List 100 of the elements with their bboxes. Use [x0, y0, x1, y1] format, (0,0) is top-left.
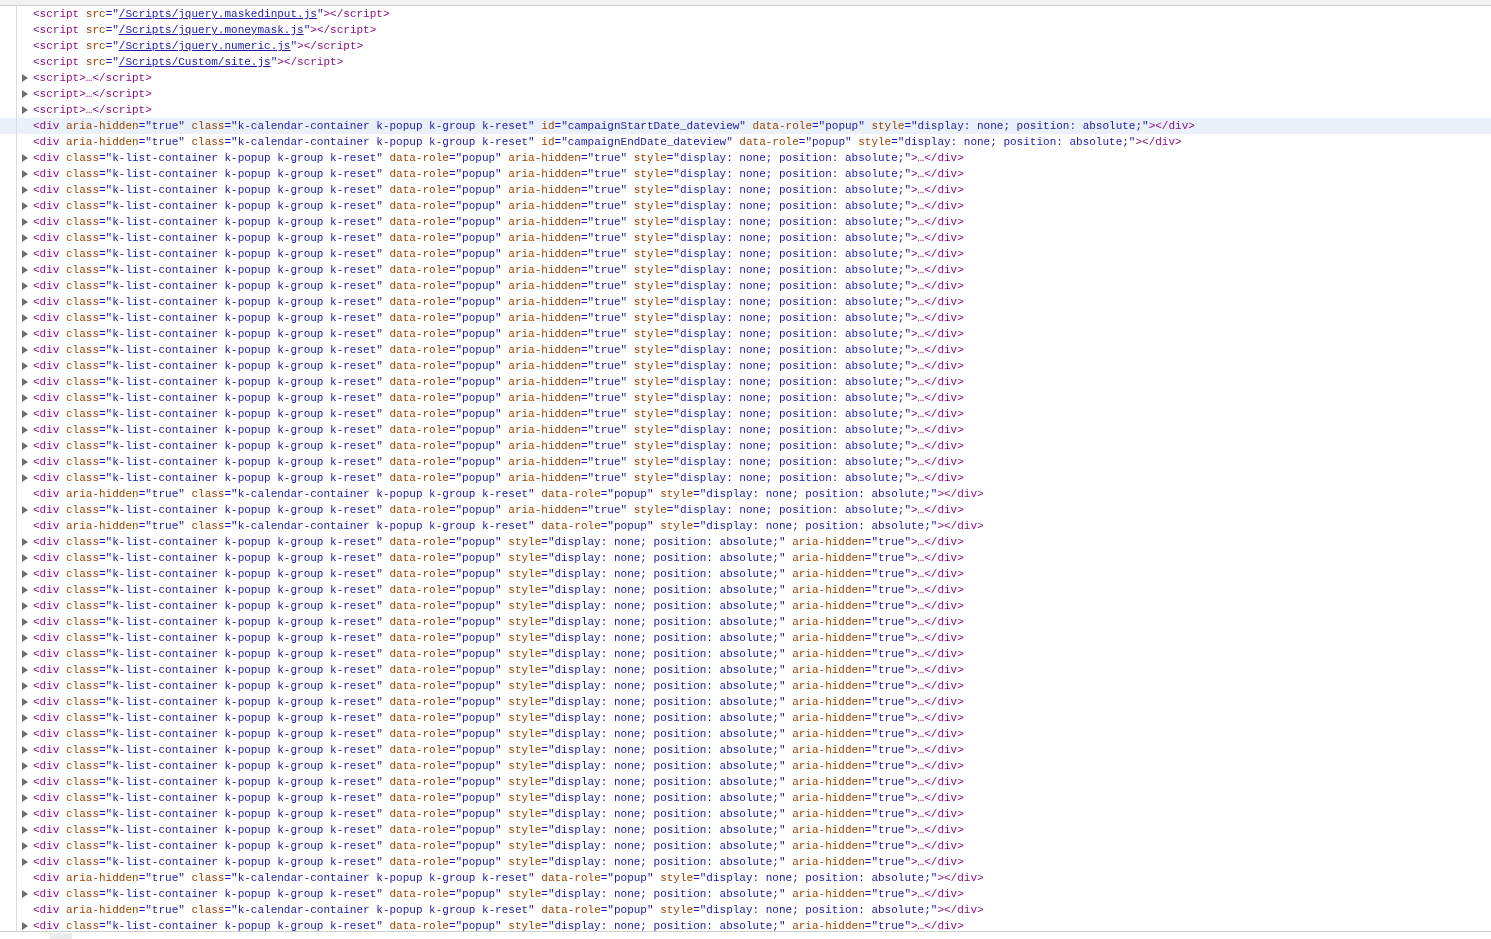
expand-arrow-icon[interactable]	[22, 618, 28, 626]
expand-arrow-icon[interactable]	[22, 186, 28, 194]
expand-arrow-icon[interactable]	[22, 154, 28, 162]
code-line: <script src="/Scripts/Custom/site.js"></script>	[33, 56, 344, 68]
code-line: <div class="k-list-container k-popup k-group k-reset" data-role="popup" style="display: none; position: absolute;" aria-hidden="true">…</div>	[33, 680, 964, 692]
expand-arrow-icon[interactable]	[22, 170, 28, 178]
code-line: <div class="k-list-container k-popup k-group k-reset" data-role="popup" aria-hidden="true" style="display: none; position: absolute;">…</div>	[33, 440, 964, 452]
code-line: <div class="k-list-container k-popup k-group k-reset" data-role="popup" style="display: none; position: absolute;" aria-hidden="true">…</div>	[33, 664, 964, 676]
code-line: <div aria-hidden="true" class="k-calendar-container k-popup k-group k-reset" data-role="popup" style="display: none; position: absolute;"></div>	[33, 520, 984, 532]
expand-arrow-icon[interactable]	[22, 378, 28, 386]
expand-arrow-icon[interactable]	[22, 842, 28, 850]
code-line: <div class="k-list-container k-popup k-group k-reset" data-role="popup" style="display: none; position: absolute;" aria-hidden="true">…</div>	[33, 808, 964, 820]
expand-arrow-icon[interactable]	[22, 234, 28, 242]
expand-arrow-icon[interactable]	[22, 314, 28, 322]
code-line: <div class="k-list-container k-popup k-group k-reset" data-role="popup" aria-hidden="true" style="display: none; position: absolute;">…</div>	[33, 232, 964, 244]
expand-arrow-icon[interactable]	[22, 698, 28, 706]
code-line: <div class="k-list-container k-popup k-group k-reset" data-role="popup" aria-hidden="true" style="display: none; position: absolute;">…</div>	[33, 280, 964, 292]
expand-arrow-icon[interactable]	[22, 266, 28, 274]
expand-arrow-icon[interactable]	[22, 330, 28, 338]
source-link[interactable]: /Scripts/jquery.moneymask.js	[118, 24, 304, 36]
code-line: <div class="k-list-container k-popup k-group k-reset" data-role="popup" style="display: none; position: absolute;" aria-hidden="true">…</div>	[33, 728, 964, 740]
code-line: <div class="k-list-container k-popup k-group k-reset" data-role="popup" style="display: none; position: absolute;" aria-hidden="true">…</div>	[33, 840, 964, 852]
code-line: <div class="k-list-container k-popup k-group k-reset" data-role="popup" style="display: none; position: absolute;" aria-hidden="true">…</div>	[33, 792, 964, 804]
expand-arrow-icon[interactable]	[22, 410, 28, 418]
code-line: <div class="k-list-container k-popup k-group k-reset" data-role="popup" aria-hidden="true" style="display: none; position: absolute;">…</div>	[33, 392, 964, 404]
code-line: <script src="/Scripts/jquery.moneymask.js"></script>	[33, 24, 377, 36]
expand-arrow-icon[interactable]	[22, 106, 28, 114]
expand-arrow-icon[interactable]	[22, 298, 28, 306]
expand-arrow-icon[interactable]	[22, 810, 28, 818]
expand-arrow-icon[interactable]	[22, 890, 28, 898]
expand-arrow-icon[interactable]	[22, 506, 28, 514]
code-line: <script src="/Scripts/jquery.maskedinput.js"></script>	[33, 8, 390, 20]
expand-arrow-icon[interactable]	[22, 570, 28, 578]
expand-arrow-icon[interactable]	[22, 634, 28, 642]
code-line: <div class="k-list-container k-popup k-group k-reset" data-role="popup" aria-hidden="true" style="display: none; position: absolute;">…</div>	[33, 504, 964, 516]
code-line: <div aria-hidden="true" class="k-calendar-container k-popup k-group k-reset" data-role="popup" style="display: none; position: absolute;"></div>	[33, 872, 984, 884]
expand-arrow-icon[interactable]	[22, 666, 28, 674]
code-line: <div class="k-list-container k-popup k-group k-reset" data-role="popup" style="display: none; position: absolute;" aria-hidden="true">…</div>	[33, 888, 964, 900]
code-line: <div class="k-list-container k-popup k-group k-reset" data-role="popup" style="display: none; position: absolute;" aria-hidden="true">…</div>	[33, 760, 964, 772]
source-link[interactable]: /Scripts/jquery.numeric.js	[118, 40, 291, 52]
expand-arrow-icon[interactable]	[22, 714, 28, 722]
code-line: <div class="k-list-container k-popup k-group k-reset" data-role="popup" style="display: none; position: absolute;" aria-hidden="true">…</div>	[33, 552, 964, 564]
expand-arrow-icon[interactable]	[22, 74, 28, 82]
expand-arrow-icon[interactable]	[22, 202, 28, 210]
expand-arrow-icon[interactable]	[22, 394, 28, 402]
expand-arrow-icon[interactable]	[22, 554, 28, 562]
code-line: <script>…</script>	[33, 104, 152, 116]
code-line: <script src="/Scripts/jquery.numeric.js"></script>	[33, 40, 364, 52]
expand-arrow-icon[interactable]	[22, 794, 28, 802]
code-line: <div class="k-list-container k-popup k-group k-reset" data-role="popup" style="display: none; position: absolute;" aria-hidden="true">…</div>	[33, 856, 964, 868]
code-line: <div aria-hidden="true" class="k-calendar-container k-popup k-group k-reset" id="campaignStartDate_dateview" data-role="popup" style="display: none; position: absolute;"></div>	[33, 120, 1195, 132]
expand-arrow-icon[interactable]	[22, 90, 28, 98]
expand-arrow-icon[interactable]	[22, 922, 28, 930]
code-line: <div class="k-list-container k-popup k-group k-reset" data-role="popup" aria-hidden="true" style="display: none; position: absolute;">…</div>	[33, 264, 964, 276]
expand-arrow-icon[interactable]	[22, 426, 28, 434]
code-line: <div class="k-list-container k-popup k-group k-reset" data-role="popup" style="display: none; position: absolute;" aria-hidden="true">…</div>	[33, 824, 964, 836]
expand-arrow-icon[interactable]	[22, 218, 28, 226]
expand-arrow-icon[interactable]	[22, 362, 28, 370]
code-line: <div class="k-list-container k-popup k-group k-reset" data-role="popup" style="display: none; position: absolute;" aria-hidden="true">…</div>	[33, 632, 964, 644]
code-line: <div class="k-list-container k-popup k-group k-reset" data-role="popup" aria-hidden="true" style="display: none; position: absolute;">…</div>	[33, 152, 964, 164]
expand-arrow-icon[interactable]	[22, 250, 28, 258]
expand-arrow-icon[interactable]	[22, 858, 28, 866]
code-line: <div class="k-list-container k-popup k-group k-reset" data-role="popup" aria-hidden="true" style="display: none; position: absolute;">…</div>	[33, 216, 964, 228]
code-line: <div class="k-list-container k-popup k-group k-reset" data-role="popup" style="display: none; position: absolute;" aria-hidden="true">…</div>	[33, 616, 964, 628]
expand-arrow-icon[interactable]	[22, 586, 28, 594]
expand-arrow-icon[interactable]	[22, 442, 28, 450]
source-link[interactable]: /Scripts/Custom/site.js	[118, 56, 271, 68]
expand-arrow-icon[interactable]	[22, 778, 28, 786]
expand-arrow-icon[interactable]	[22, 282, 28, 290]
expand-arrow-icon[interactable]	[22, 826, 28, 834]
expand-arrow-icon[interactable]	[22, 458, 28, 466]
code-line: <div class="k-list-container k-popup k-group k-reset" data-role="popup" style="display: none; position: absolute;" aria-hidden="true">…</div>	[33, 584, 964, 596]
code-line: <div class="k-list-container k-popup k-group k-reset" data-role="popup" style="display: none; position: absolute;" aria-hidden="true">…</div>	[33, 696, 964, 708]
expand-arrow-icon[interactable]	[22, 730, 28, 738]
code-line: <div class="k-list-container k-popup k-group k-reset" data-role="popup" aria-hidden="true" style="display: none; position: absolute;">…</div>	[33, 328, 964, 340]
expand-arrow-icon[interactable]	[22, 474, 28, 482]
code-line: <div class="k-list-container k-popup k-group k-reset" data-role="popup" style="display: none; position: absolute;" aria-hidden="true">…</div>	[33, 648, 964, 660]
code-line: <div aria-hidden="true" class="k-calendar-container k-popup k-group k-reset" data-role="popup" style="display: none; position: absolute;"></div>	[33, 488, 984, 500]
code-line: <div class="k-list-container k-popup k-group k-reset" data-role="popup" style="display: none; position: absolute;" aria-hidden="true">…</div>	[33, 568, 964, 580]
expand-arrow-icon[interactable]	[22, 346, 28, 354]
expand-arrow-icon[interactable]	[22, 682, 28, 690]
expand-arrow-icon[interactable]	[22, 602, 28, 610]
code-line: <div class="k-list-container k-popup k-group k-reset" data-role="popup" aria-hidden="true" style="display: none; position: absolute;">…</div>	[33, 456, 964, 468]
code-line: <div class="k-list-container k-popup k-group k-reset" data-role="popup" style="display: none; position: absolute;" aria-hidden="true">…</div>	[33, 776, 964, 788]
code-line: <div class="k-list-container k-popup k-group k-reset" data-role="popup" aria-hidden="true" style="display: none; position: absolute;">…</div>	[33, 296, 964, 308]
code-line: <div class="k-list-container k-popup k-group k-reset" data-role="popup" aria-hidden="true" style="display: none; position: absolute;">…</div>	[33, 408, 964, 420]
code-line: <div class="k-list-container k-popup k-group k-reset" data-role="popup" aria-hidden="true" style="display: none; position: absolute;">…</div>	[33, 248, 964, 260]
expand-arrow-icon[interactable]	[22, 650, 28, 658]
code-line: <div class="k-list-container k-popup k-group k-reset" data-role="popup" style="display: none; position: absolute;" aria-hidden="true">…</div>	[33, 600, 964, 612]
expand-arrow-icon[interactable]	[22, 762, 28, 770]
code-line: <div class="k-list-container k-popup k-group k-reset" data-role="popup" aria-hidden="true" style="display: none; position: absolute;">…</div>	[33, 424, 964, 436]
expand-arrow-icon[interactable]	[22, 746, 28, 754]
code-line: <div class="k-list-container k-popup k-group k-reset" data-role="popup" aria-hidden="true" style="display: none; position: absolute;">…</div>	[33, 376, 964, 388]
code-line: <script>…</script>	[33, 88, 152, 100]
code-line: <div class="k-list-container k-popup k-group k-reset" data-role="popup" aria-hidden="true" style="display: none; position: absolute;">…</div>	[33, 184, 964, 196]
expand-arrow-icon[interactable]	[22, 538, 28, 546]
scrollbar-thumb[interactable]	[50, 933, 72, 939]
code-line: <div class="k-list-container k-popup k-group k-reset" data-role="popup" aria-hidden="true" style="display: none; position: absolute;">…</div>	[33, 312, 964, 324]
code-line: <div class="k-list-container k-popup k-group k-reset" data-role="popup" aria-hidden="true" style="display: none; position: absolute;">…</div>	[33, 344, 964, 356]
source-link[interactable]: /Scripts/jquery.maskedinput.js	[118, 8, 317, 20]
